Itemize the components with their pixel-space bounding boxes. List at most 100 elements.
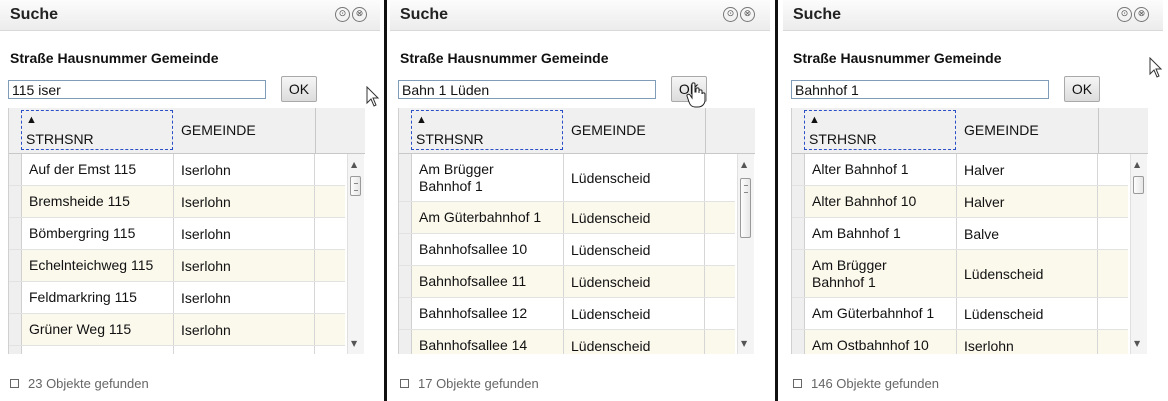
sort-ascending-icon: ▲ [416, 114, 427, 126]
collapse-icon[interactable]: ⊙ [1117, 7, 1132, 22]
panel-divider [384, 0, 387, 401]
cell-strhsnr: Feldmarkring 115 [22, 282, 174, 313]
search-panel-2: Suche ⊙ ⊗ Straße Hausnummer Gemeinde OK … [390, 0, 770, 401]
table-row[interactable]: Bahnhofsallee 10 Lüdenscheid [399, 234, 735, 266]
status-bar: 17 Objekte gefunden [400, 376, 539, 391]
row-selector[interactable] [399, 298, 412, 329]
cell-strhsnr: Bömbergring 115 [22, 218, 174, 249]
scroll-up-icon[interactable]: ▲ [1134, 160, 1140, 169]
search-panel-3: Suche ⊙ ⊗ Straße Hausnummer Gemeinde OK … [783, 0, 1163, 401]
row-selector[interactable] [9, 250, 22, 281]
table-row[interactable]: Bahnhofsallee 11 Lüdenscheid [399, 266, 735, 298]
row-selector[interactable] [792, 154, 805, 185]
result-count: 146 Objekte gefunden [811, 376, 939, 391]
row-selector[interactable] [9, 186, 22, 217]
column-header-strhsnr[interactable]: ▲ STRHSNR [21, 110, 173, 150]
column-header-gemeinde[interactable]: GEMEINDE [181, 122, 256, 138]
row-selector[interactable] [399, 234, 412, 265]
table-row[interactable]: Grüner Weg 115 Iserlohn [9, 314, 345, 346]
cell-gemeinde: Lüdenscheid [958, 250, 1098, 297]
cell-gemeinde: Iserlohn [175, 250, 315, 281]
row-selector[interactable] [792, 218, 805, 249]
cell-strhsnr: Am Ostbahnhof 10 [805, 330, 957, 354]
table-row[interactable]: Am Ostbahnhof 10 Iserlohn [792, 330, 1128, 354]
scroll-down-icon[interactable]: ▼ [741, 339, 747, 348]
table-row[interactable]: Alter Bahnhof 1 Halver [792, 154, 1128, 186]
cell-strhsnr: Echelnteichweg 115 [22, 250, 174, 281]
results-scrollbar[interactable]: ▲ ▼ [347, 154, 364, 354]
checkbox-icon[interactable] [10, 379, 19, 388]
scroll-down-icon[interactable]: ▼ [1134, 339, 1140, 348]
scroll-up-icon[interactable]: ▲ [351, 160, 357, 169]
scrollbar-thumb[interactable] [350, 176, 361, 196]
row-selector[interactable] [792, 186, 805, 217]
table-row[interactable]: Bremsheide 115 Iserlohn [9, 186, 345, 218]
row-selector[interactable] [792, 298, 805, 329]
row-selector[interactable] [9, 346, 22, 354]
row-selector[interactable] [399, 266, 412, 297]
column-label-strhsnr: STRHSNR [26, 131, 94, 147]
table-row[interactable]: Echelnteichweg 115 Iserlohn [9, 250, 345, 282]
table-row[interactable]: Kampstraße 115Iserlohn [9, 346, 345, 354]
search-input[interactable] [791, 80, 1049, 99]
row-selector[interactable] [792, 330, 805, 354]
close-icon[interactable]: ⊗ [1134, 7, 1149, 22]
cell-strhsnr: Bremsheide 115 [22, 186, 174, 217]
column-header-strhsnr[interactable]: ▲ STRHSNR [411, 110, 563, 150]
row-selector[interactable] [9, 282, 22, 313]
close-icon[interactable]: ⊗ [740, 7, 755, 22]
row-selector[interactable] [399, 202, 412, 233]
results-grid: ▲ STRHSNR GEMEINDE Am Brügger Bahnhof 1L… [398, 108, 755, 354]
table-row[interactable]: Am Güterbahnhof 1 Lüdenscheid [399, 202, 735, 234]
table-row[interactable]: Am Güterbahnhof 1 Lüdenscheid [792, 298, 1128, 330]
row-selector[interactable] [9, 154, 22, 185]
panel-title: Suche [10, 6, 59, 23]
table-row[interactable]: Auf der Emst 115 Iserlohn [9, 154, 345, 186]
results-scrollbar[interactable]: ▲ ▼ [737, 154, 754, 354]
column-header-gemeinde[interactable]: GEMEINDE [571, 122, 646, 138]
scrollbar-thumb[interactable] [740, 178, 751, 238]
ok-button[interactable]: OK [281, 76, 317, 102]
scroll-down-icon[interactable]: ▼ [351, 339, 357, 348]
column-label-strhsnr: STRHSNR [416, 131, 484, 147]
table-row[interactable]: Bömbergring 115 Iserlohn [9, 218, 345, 250]
column-header-strhsnr[interactable]: ▲ STRHSNR [804, 110, 956, 150]
results-scrollbar[interactable]: ▲ ▼ [1130, 154, 1147, 354]
cell-gemeinde: Lüdenscheid [958, 298, 1098, 329]
row-selector[interactable] [399, 154, 412, 201]
search-input[interactable] [398, 80, 656, 99]
cell-gemeinde: Iserlohn [958, 330, 1098, 354]
table-row[interactable]: Am Bahnhof 1 Balve [792, 218, 1128, 250]
panel-titlebar: Suche ⊙ ⊗ [783, 0, 1163, 31]
cell-gemeinde: Iserlohn [175, 154, 315, 185]
cell-gemeinde: Lüdenscheid [565, 234, 705, 265]
ok-button[interactable]: OK [1064, 76, 1100, 102]
close-icon[interactable]: ⊗ [352, 7, 367, 22]
cell-strhsnr: Bahnhofsallee 14 [412, 330, 564, 354]
row-selector[interactable] [399, 330, 412, 354]
table-row[interactable]: Alter Bahnhof 10 Halver [792, 186, 1128, 218]
cell-gemeinde: Iserlohn [175, 346, 315, 354]
table-row[interactable]: Feldmarkring 115 Iserlohn [9, 282, 345, 314]
column-header-gemeinde[interactable]: GEMEINDE [964, 122, 1039, 138]
table-row[interactable]: Am Brügger Bahnhof 1 Lüdenscheid [399, 154, 735, 202]
checkbox-icon[interactable] [400, 379, 409, 388]
sort-ascending-icon: ▲ [809, 114, 820, 126]
collapse-icon[interactable]: ⊙ [335, 7, 350, 22]
cell-gemeinde: Lüdenscheid [565, 330, 705, 354]
table-row[interactable]: Am Brügger Bahnhof 1 Lüdenscheid [792, 250, 1128, 298]
cell-strhsnr: Auf der Emst 115 [22, 154, 174, 185]
checkbox-icon[interactable] [793, 379, 802, 388]
cell-strhsnr: Am Güterbahnhof 1 [805, 298, 957, 329]
row-selector[interactable] [792, 250, 805, 297]
collapse-icon[interactable]: ⊙ [723, 7, 738, 22]
search-input[interactable] [8, 80, 266, 99]
scroll-up-icon[interactable]: ▲ [741, 160, 747, 169]
row-selector[interactable] [9, 218, 22, 249]
table-row[interactable]: Bahnhofsallee 12 Lüdenscheid [399, 298, 735, 330]
table-row[interactable]: Bahnhofsallee 14 Lüdenscheid [399, 330, 735, 354]
scrollbar-thumb[interactable] [1133, 176, 1144, 194]
results-grid: ▲ STRHSNR GEMEINDE Alter Bahnhof 1 Halver… [791, 108, 1148, 354]
row-selector[interactable] [9, 314, 22, 345]
cell-strhsnr: Grüner Weg 115 [22, 314, 174, 345]
